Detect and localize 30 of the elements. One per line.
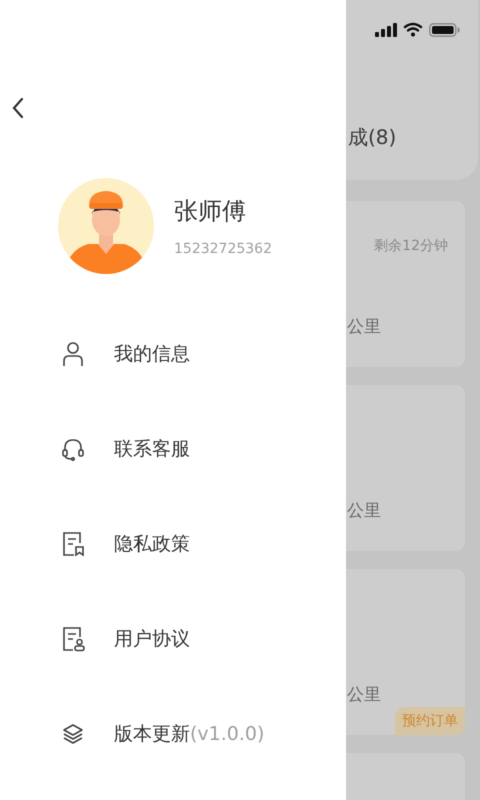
layers-icon — [61, 722, 85, 746]
time-remaining: 剩余12分钟 — [374, 237, 448, 255]
menu-item[interactable]: 联系客服 — [0, 401, 346, 496]
menu-item[interactable]: 用户协议 — [0, 591, 346, 686]
menu-label: 用户协议 — [114, 626, 190, 652]
order-card[interactable]: 公里 预约订单 — [346, 569, 465, 735]
user-icon — [61, 340, 85, 366]
menu-label: 隐私政策 — [114, 532, 190, 556]
order-tag: 预约订单 — [395, 707, 465, 735]
distance-text: 公里 — [347, 500, 381, 522]
menu-item[interactable]: 我的信息 — [0, 306, 346, 401]
menu-item[interactable]: 版本更新(v1.0.0) — [0, 686, 346, 781]
document-icon — [61, 530, 85, 556]
wifi-icon — [403, 22, 423, 37]
order-card[interactable]: 公里 — [346, 385, 465, 551]
battery-icon — [429, 22, 460, 36]
back-icon[interactable] — [11, 97, 25, 119]
tab-label[interactable]: 成(8) — [348, 124, 396, 151]
headset-icon — [61, 436, 85, 460]
menu-item[interactable]: 隐私政策 — [0, 496, 346, 591]
user-name: 张师傅 — [174, 196, 247, 227]
document-user-icon — [61, 626, 85, 652]
menu-label: 联系客服 — [114, 436, 190, 462]
distance-text: 公里 — [347, 684, 381, 706]
menu-label: 我的信息 — [114, 342, 190, 366]
order-card[interactable]: 剩余12分钟 公里 — [346, 201, 465, 367]
distance-text: 公里 — [347, 316, 381, 338]
phone-number: 15232725362 — [174, 241, 272, 257]
signal-icon — [375, 22, 397, 36]
menu-label: 版本更新(v1.0.0) — [114, 722, 264, 746]
